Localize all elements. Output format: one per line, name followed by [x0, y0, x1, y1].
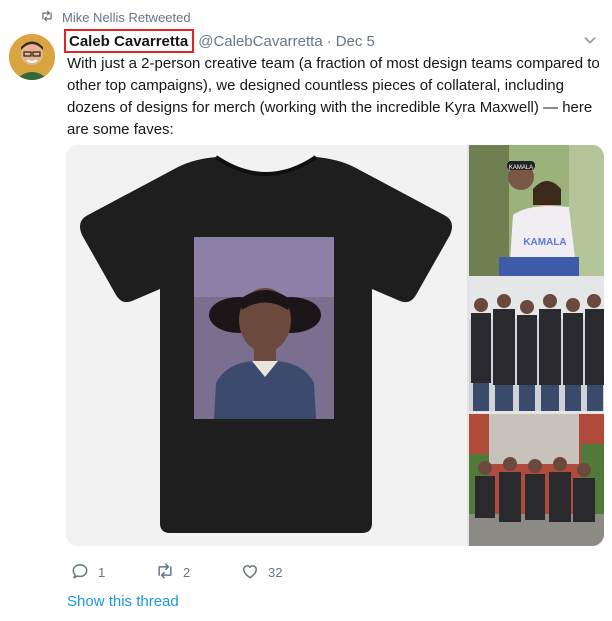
retweet-icon	[40, 9, 54, 26]
tshirt-image[interactable]	[66, 145, 467, 546]
show-thread-link[interactable]: Show this thread	[67, 593, 179, 610]
photo-group-outdoors[interactable]	[469, 414, 604, 546]
retweet-context: Mike Nellis Retweeted	[40, 8, 191, 26]
tweet-text: With just a 2-person creative team (a fr…	[67, 55, 600, 138]
author-name-highlight: Caleb Cavarretta	[64, 29, 195, 53]
reply-button[interactable]: 1	[70, 561, 155, 584]
header-separator: ·	[326, 32, 332, 50]
like-button[interactable]: 32	[240, 561, 325, 584]
shirt-text: KAMALA	[523, 237, 566, 248]
retweet-label[interactable]: Mike Nellis Retweeted	[62, 10, 191, 25]
avatar[interactable]	[9, 34, 55, 80]
photo-group-hoodies[interactable]	[469, 279, 604, 411]
tweet-actions: 1 2 32	[70, 561, 325, 584]
like-count: 32	[268, 565, 283, 580]
author-handle[interactable]: @CalebCavarretta	[198, 33, 322, 50]
media-grid: KAMALA KAMALA	[66, 145, 604, 546]
author-name[interactable]: Caleb Cavarretta	[69, 33, 188, 50]
hat-text: KAMALA	[509, 165, 533, 171]
heart-icon	[240, 561, 260, 584]
reply-icon	[70, 561, 90, 584]
photo-two-women[interactable]: KAMALA KAMALA	[469, 145, 604, 276]
retweet-action-icon	[155, 561, 175, 584]
tweet-date[interactable]: Dec 5	[336, 33, 375, 50]
retweet-button[interactable]: 2	[155, 561, 240, 584]
retweet-count: 2	[183, 565, 191, 580]
reply-count: 1	[98, 565, 106, 580]
chevron-down-icon[interactable]	[582, 32, 598, 48]
tweet-header: Caleb Cavarretta @CalebCavarretta · Dec …	[64, 29, 375, 53]
